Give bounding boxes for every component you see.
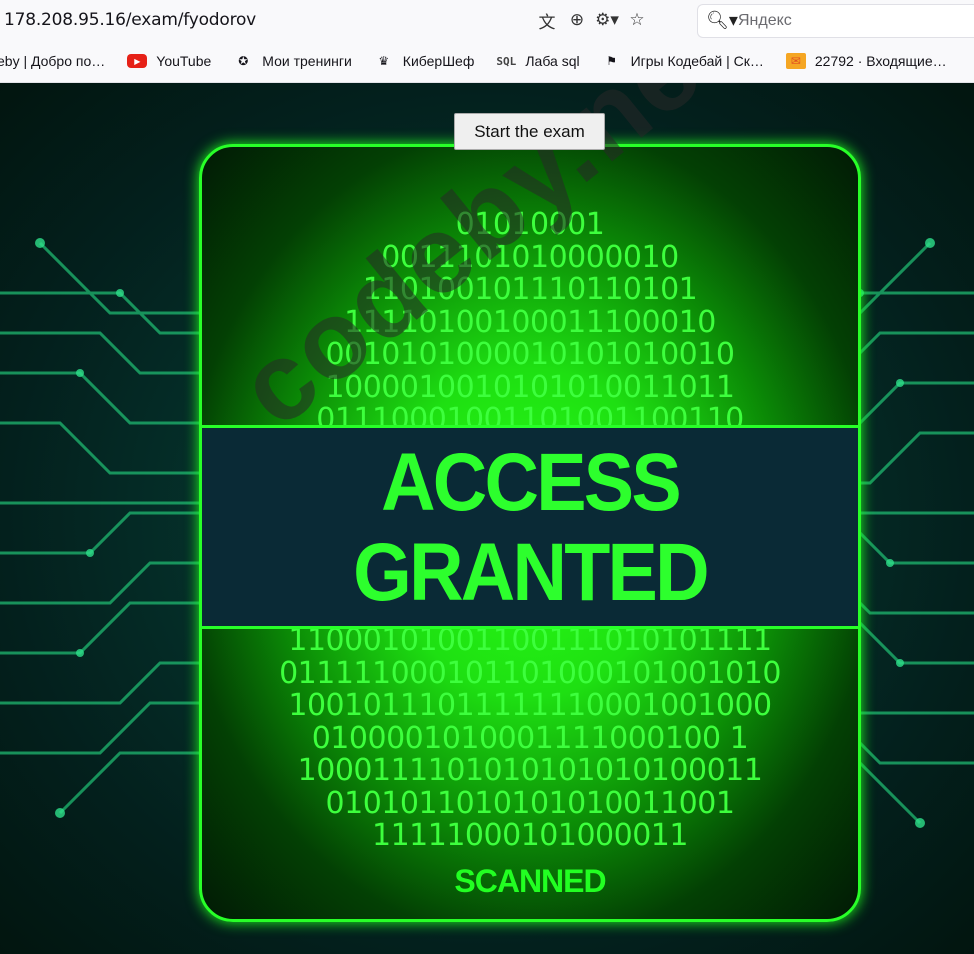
- search-icon[interactable]: 🔍︎▾: [706, 10, 738, 31]
- sql-icon: SQL: [496, 54, 517, 68]
- search-placeholder: Яндекс: [738, 12, 792, 29]
- tracking-protection-icon[interactable]: ⚙▾: [592, 8, 622, 32]
- bookmark-label: eby | Добро по…: [0, 53, 106, 69]
- bookmark-star-icon[interactable]: ☆: [622, 8, 652, 32]
- access-granted-heading: ACCESS GRANTED: [228, 428, 832, 618]
- bookmark-item[interactable]: ⚑ Игры Кодебай | Ск…: [602, 53, 764, 69]
- bookmark-label: 22792 · Входящие…: [814, 53, 947, 69]
- granted-line: GRANTED: [353, 527, 709, 618]
- start-exam-button[interactable]: Start the exam: [454, 113, 605, 150]
- bookmark-item[interactable]: ✪ Мои тренинги: [233, 53, 352, 69]
- binary-line: 11111000101000011: [372, 818, 688, 853]
- bookmark-item[interactable]: SQL Лаба sql: [496, 53, 579, 69]
- exam-page: Start the exam 01010001 0011101010000010…: [0, 83, 974, 954]
- trainings-icon: ✪: [238, 54, 249, 68]
- bookmark-label: YouTube: [156, 53, 212, 69]
- bookmark-item[interactable]: eby | Добро по…: [0, 53, 105, 69]
- bookmark-label: КиберШеф: [402, 53, 475, 69]
- bookmark-item[interactable]: ▶ YouTube: [127, 53, 211, 69]
- binary-line: 1000111101010101010100011: [297, 753, 763, 788]
- translate-icon[interactable]: 文: [532, 8, 562, 32]
- address-bar[interactable]: 178.208.95.16/exam/fyodorov 文 ⊕ ⚙▾ ☆ 🔍︎▾…: [0, 0, 974, 40]
- binary-line: 10010111011111110001001000: [288, 688, 772, 723]
- scanned-label: SCANNED: [454, 863, 606, 899]
- youtube-icon: ▶: [127, 54, 148, 68]
- binary-line: 11000101001100111010101111: [288, 623, 772, 658]
- bookmarks-toolbar: eby | Добро по… ▶ YouTube ✪ Мои тренинги ♛…: [0, 40, 974, 83]
- url-icons: 文 ⊕ ⚙▾ ☆: [532, 8, 652, 32]
- bookmark-label: Игры Кодебай | Ск…: [630, 53, 764, 69]
- url-text[interactable]: 178.208.95.16/exam/fyodorov: [4, 10, 256, 30]
- access-line: ACCESS: [381, 437, 682, 528]
- search-box[interactable]: 🔍︎▾ Яндекс: [697, 4, 974, 38]
- flag-icon: ⚑: [606, 54, 617, 68]
- bookmark-item[interactable]: ♛ КиберШеф: [374, 53, 475, 69]
- access-band: ACCESS GRANTED: [202, 425, 858, 629]
- bookmark-label: Лаба sql: [525, 53, 580, 69]
- binary-line: 011111000101101000101001010: [279, 655, 781, 691]
- binary-bottom: 11000101001100111010101111 0111110001011…: [202, 623, 858, 853]
- bookmark-item[interactable]: ✉ 22792 · Входящие…: [785, 53, 947, 69]
- binary-line: 0100001010001111000100 1: [311, 720, 749, 756]
- mail-icon: ✉: [785, 53, 806, 69]
- chef-icon: ♛: [378, 54, 390, 68]
- zoom-icon[interactable]: ⊕: [562, 8, 592, 32]
- bookmark-label: Мои тренинги: [262, 53, 352, 69]
- binary-line: 0101011010101010011001: [325, 785, 735, 821]
